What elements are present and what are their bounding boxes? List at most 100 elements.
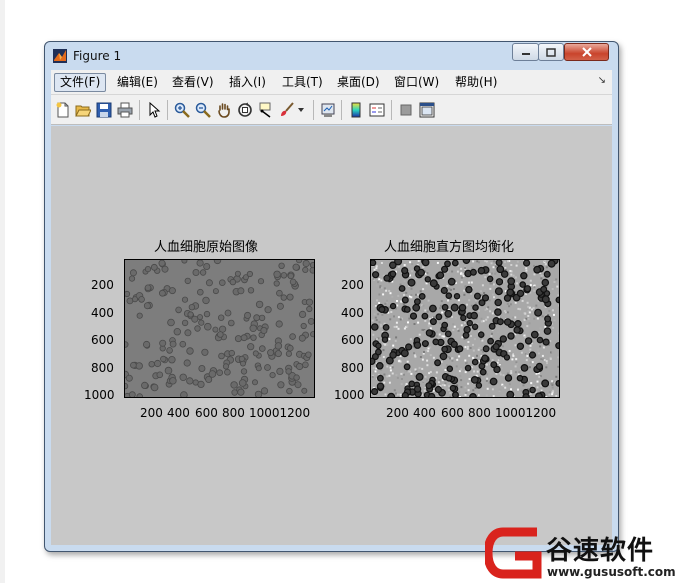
noise-speck xyxy=(542,346,545,349)
blood-cell xyxy=(415,372,424,381)
blood-cell xyxy=(421,340,429,348)
zoom-out-icon[interactable] xyxy=(194,101,212,119)
noise-speck xyxy=(522,384,525,387)
rotate-3d-icon[interactable] xyxy=(236,101,254,119)
noise-speck xyxy=(553,319,556,322)
noise-speck xyxy=(373,305,376,308)
noise-speck xyxy=(551,351,554,354)
menu-help[interactable]: 帮助(H) xyxy=(450,73,502,92)
noise-speck xyxy=(464,267,467,269)
link-plot-icon[interactable] xyxy=(319,101,337,119)
edit-plot-arrow-icon[interactable] xyxy=(145,101,163,119)
blood-cell xyxy=(378,305,386,313)
blood-cell xyxy=(452,391,459,397)
noise-speck xyxy=(380,279,383,282)
blood-cell xyxy=(471,323,479,331)
noise-speck xyxy=(417,260,420,262)
noise-speck xyxy=(529,284,532,287)
menu-insert[interactable]: 插入(I) xyxy=(224,73,271,92)
title-bar[interactable]: Figure 1 xyxy=(45,42,618,70)
blood-cell xyxy=(541,379,550,388)
noise-speck xyxy=(515,358,518,361)
brush-icon[interactable] xyxy=(278,101,296,119)
minimize-button[interactable] xyxy=(512,43,539,61)
noise-speck xyxy=(536,380,539,383)
blood-cell xyxy=(413,341,422,349)
legend-icon[interactable] xyxy=(368,101,386,119)
blood-cell xyxy=(516,374,524,382)
print-icon[interactable] xyxy=(116,101,134,119)
blood-cell xyxy=(247,287,255,294)
noise-speck xyxy=(557,294,559,297)
noise-speck xyxy=(447,388,450,391)
blood-cell xyxy=(250,334,257,341)
menu-tools[interactable]: 工具(T) xyxy=(277,73,328,92)
noise-speck xyxy=(448,287,451,290)
blood-cell xyxy=(425,382,433,390)
blood-cell xyxy=(230,381,238,389)
noise-speck xyxy=(378,321,381,324)
blood-cell xyxy=(309,262,314,269)
noise-speck xyxy=(427,350,430,353)
noise-speck xyxy=(424,375,427,378)
save-icon[interactable] xyxy=(95,101,113,119)
noise-speck xyxy=(453,325,456,328)
blood-cell xyxy=(412,303,421,312)
noise-speck xyxy=(403,294,405,296)
brush-dropdown-icon[interactable] xyxy=(296,101,306,119)
noise-speck xyxy=(378,302,381,305)
menu-desktop[interactable]: 桌面(D) xyxy=(332,73,385,92)
noise-speck xyxy=(426,359,429,362)
menu-file[interactable]: 文件(F) xyxy=(54,73,107,92)
noise-speck xyxy=(417,293,419,296)
noise-speck xyxy=(372,333,375,336)
menu-window[interactable]: 窗口(W) xyxy=(389,73,444,92)
noise-speck xyxy=(551,288,554,290)
menu-edit[interactable]: 编辑(E) xyxy=(112,73,163,92)
noise-speck xyxy=(429,327,432,330)
noise-speck xyxy=(464,386,467,389)
close-button[interactable] xyxy=(564,43,609,61)
blood-cell xyxy=(481,294,490,302)
equalized-image-axes[interactable] xyxy=(370,259,560,398)
pan-hand-icon[interactable] xyxy=(215,101,233,119)
blood-cell xyxy=(376,362,384,370)
zoom-in-icon[interactable] xyxy=(173,101,191,119)
noise-speck xyxy=(395,374,398,377)
noise-speck xyxy=(469,347,472,349)
noise-speck xyxy=(525,267,528,270)
x-tick-label: 600 xyxy=(195,406,218,420)
noise-speck xyxy=(504,267,507,269)
blood-cell xyxy=(132,296,138,303)
original-image-axes[interactable] xyxy=(124,259,315,398)
hide-plot-tools-icon[interactable] xyxy=(397,101,415,119)
blood-cell xyxy=(543,270,551,278)
noise-speck xyxy=(484,276,487,279)
blood-cell xyxy=(500,270,509,278)
noise-speck xyxy=(489,282,492,285)
y-tick-label: 400 xyxy=(341,306,364,320)
blood-cell xyxy=(506,390,515,397)
noise-speck xyxy=(405,291,408,294)
data-cursor-icon[interactable] xyxy=(257,101,275,119)
menubar-overflow-icon[interactable]: ↘ xyxy=(598,75,606,86)
noise-speck xyxy=(391,295,394,298)
noise-speck xyxy=(464,359,467,362)
blood-cell xyxy=(465,285,473,294)
new-figure-icon[interactable] xyxy=(54,101,72,119)
colorbar-icon[interactable] xyxy=(347,101,365,119)
noise-speck xyxy=(523,312,526,315)
noise-speck xyxy=(395,325,398,328)
x-tick-label: 200 xyxy=(140,406,163,420)
blood-cell xyxy=(198,319,205,326)
noise-speck xyxy=(509,303,512,306)
show-plot-tools-icon[interactable] xyxy=(418,101,436,119)
menu-view[interactable]: 查看(V) xyxy=(167,73,219,92)
open-icon[interactable] xyxy=(74,101,92,119)
noise-speck xyxy=(384,302,387,305)
noise-speck xyxy=(533,264,535,267)
blood-cell xyxy=(158,260,166,267)
blood-cell xyxy=(274,342,283,350)
maximize-button[interactable] xyxy=(538,43,564,61)
noise-speck xyxy=(386,299,388,302)
